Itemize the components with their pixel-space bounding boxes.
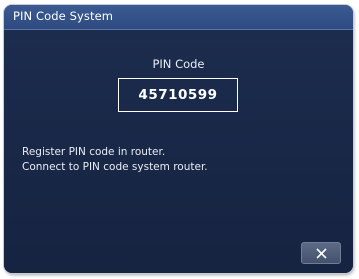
- close-button[interactable]: [301, 242, 341, 264]
- pin-code-value: 45710599: [138, 87, 218, 103]
- pin-code-label: PIN Code: [152, 57, 205, 71]
- close-icon: [315, 247, 327, 259]
- pin-code-box: 45710599: [118, 78, 238, 112]
- dialog-title: PIN Code System: [13, 9, 114, 23]
- connect-message: Connect to PIN code system router.: [22, 161, 208, 173]
- register-message: Register PIN code in router.: [22, 146, 166, 158]
- title-bar: PIN Code System: [4, 5, 353, 30]
- pin-code-dialog: PIN Code System PIN Code 45710599 Regist…: [4, 5, 353, 273]
- dialog-body: PIN Code 45710599 Register PIN code in r…: [4, 30, 353, 273]
